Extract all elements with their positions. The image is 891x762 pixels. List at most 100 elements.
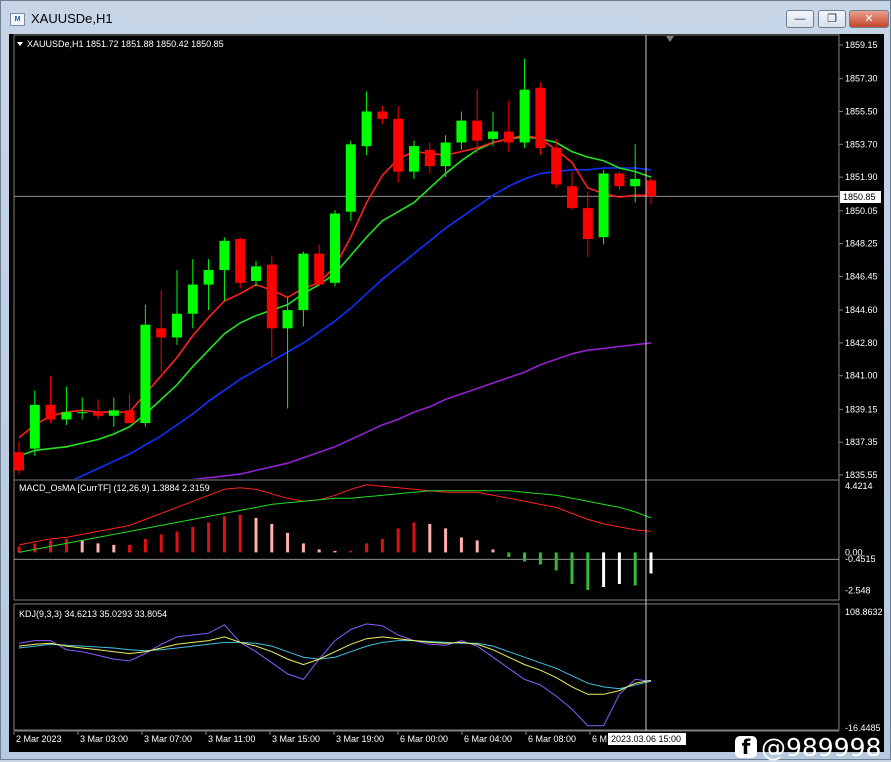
candle-body: [314, 253, 325, 285]
candle-body: [29, 404, 40, 449]
price-tick-label: 1842.80: [845, 338, 878, 348]
macd-panel-header: MACD_OsMA [CurrTF] (12,26,9) 1.3884 2.31…: [19, 483, 210, 493]
time-tick-label: 6 Mar 04:00: [464, 734, 512, 744]
macd-histogram-bar: [128, 544, 132, 553]
candle-body: [298, 253, 309, 311]
macd-histogram-bar: [317, 549, 321, 553]
macd-histogram-bar: [207, 522, 211, 553]
macd-histogram-bar: [270, 523, 274, 553]
candle-body: [614, 173, 625, 187]
chart-shift-marker[interactable]: [666, 36, 674, 42]
macd-histogram-bar: [238, 514, 242, 553]
candle-body: [108, 410, 119, 416]
macd-histogram-bar: [554, 552, 558, 571]
macd-histogram-bar: [475, 540, 479, 553]
time-tick-label: 2 Mar 2023: [16, 734, 62, 744]
kdj-panel: [18, 623, 652, 727]
macd-histogram-bar: [96, 543, 100, 553]
price-tick-label: 1839.15: [845, 404, 878, 414]
watermark: f @989998: [735, 733, 881, 762]
time-tick-label: 3 Mar 19:00: [336, 734, 384, 744]
time-tick-label: 6 Mar 08:00: [528, 734, 576, 744]
candle-body: [266, 264, 277, 329]
main-panel-header: XAUUSDe,H1 1851.72 1851.88 1850.42 1850.…: [27, 39, 224, 49]
candle-body: [551, 147, 562, 185]
macd-tick-label: -2.548: [845, 586, 871, 596]
candle-body: [45, 404, 56, 420]
candle-body: [393, 118, 404, 172]
macd-tick-label: 4.4214: [845, 481, 873, 491]
kdj-tick-label: -16.4485: [845, 723, 881, 733]
watermark-text: @989998: [761, 733, 882, 762]
main-panel-frame: [13, 34, 840, 481]
candle-body: [519, 89, 530, 143]
time-tick-label: 3 Mar 11:00: [208, 734, 255, 744]
candle-body: [598, 173, 609, 238]
macd-histogram-bar: [570, 552, 574, 584]
macd-histogram-bar: [649, 552, 653, 574]
macd-histogram-bar: [633, 552, 637, 586]
macd-histogram-bar: [159, 534, 163, 553]
candle-body: [567, 186, 577, 209]
chart-area[interactable]: 1859.15 1857.30 1855.50 1853.70 1851.90 1850.…: [9, 34, 884, 762]
kdj-tick-label: 108.8632: [845, 607, 883, 617]
close-button[interactable]: ✕: [849, 10, 889, 28]
candle-body: [203, 270, 214, 285]
candle-body: [646, 180, 656, 197]
macd-histogram-bar: [617, 552, 621, 584]
candle-body: [440, 142, 451, 167]
candle-body: [61, 412, 72, 420]
macd-histogram-bar: [254, 517, 258, 553]
macd-histogram-bar: [586, 552, 590, 590]
candle-body: [630, 178, 641, 187]
macd-histogram-bar: [17, 546, 21, 553]
candle-body: [251, 266, 261, 281]
macd-histogram-bar: [143, 538, 147, 553]
time-tick-label: 3 Mar 07:00: [144, 734, 192, 744]
candle-body: [456, 120, 467, 143]
kdj-panel-frame: [13, 603, 840, 731]
macd-histogram-bar: [459, 537, 463, 553]
price-chart[interactable]: 1859.15 1857.30 1855.50 1853.70 1851.90 1850.…: [9, 34, 884, 752]
macd-signal-line: [18, 490, 652, 553]
title-bar[interactable]: M XAUUSDe,H1 — ❐ ✕: [1, 1, 890, 34]
candle-body: [187, 284, 198, 314]
restore-button[interactable]: ❐: [818, 10, 846, 28]
price-tick-label: 1855.50: [845, 107, 878, 117]
macd-histogram-bar: [80, 540, 84, 553]
kdj-k-line: [18, 636, 652, 695]
time-tick-label: 3 Mar 03:00: [80, 734, 128, 744]
macd-line: [18, 484, 652, 546]
candle-body: [345, 144, 356, 212]
window-title: XAUUSDe,H1: [31, 11, 113, 26]
candle-body: [472, 120, 483, 141]
candle-body: [582, 208, 593, 240]
macd-histogram-bar: [191, 526, 195, 553]
candle-body: [282, 310, 293, 329]
macd-panel-frame: [13, 479, 840, 601]
kdj-j-line: [18, 623, 652, 727]
time-tick-label: 6 Mar 00:00: [400, 734, 448, 744]
price-tick-label: 1851.90: [845, 172, 878, 182]
candle-body: [172, 313, 182, 338]
time-tick-label: 6 M: [592, 734, 607, 744]
minimize-button[interactable]: —: [786, 10, 814, 28]
candle-body: [330, 213, 340, 283]
main-panel: [14, 58, 839, 479]
macd-histogram-bar: [380, 538, 384, 553]
candle-body: [219, 240, 230, 271]
macd-histogram-bar: [507, 552, 511, 557]
candle-body: [140, 324, 151, 424]
candle-body: [377, 111, 388, 119]
price-tick-label: 1846.45: [845, 271, 878, 281]
price-tick-label: 1844.60: [845, 305, 878, 315]
price-tick-label: 1850.05: [845, 206, 878, 216]
macd-histogram-bar: [523, 552, 527, 562]
symbol-menu-arrow-icon[interactable]: [17, 42, 23, 46]
candle-body: [409, 146, 419, 172]
facebook-icon: f: [735, 736, 757, 759]
candle-body: [503, 131, 514, 143]
macd-histogram-bar: [491, 549, 495, 553]
candle-body: [361, 111, 372, 147]
macd-histogram-bar: [365, 543, 369, 553]
